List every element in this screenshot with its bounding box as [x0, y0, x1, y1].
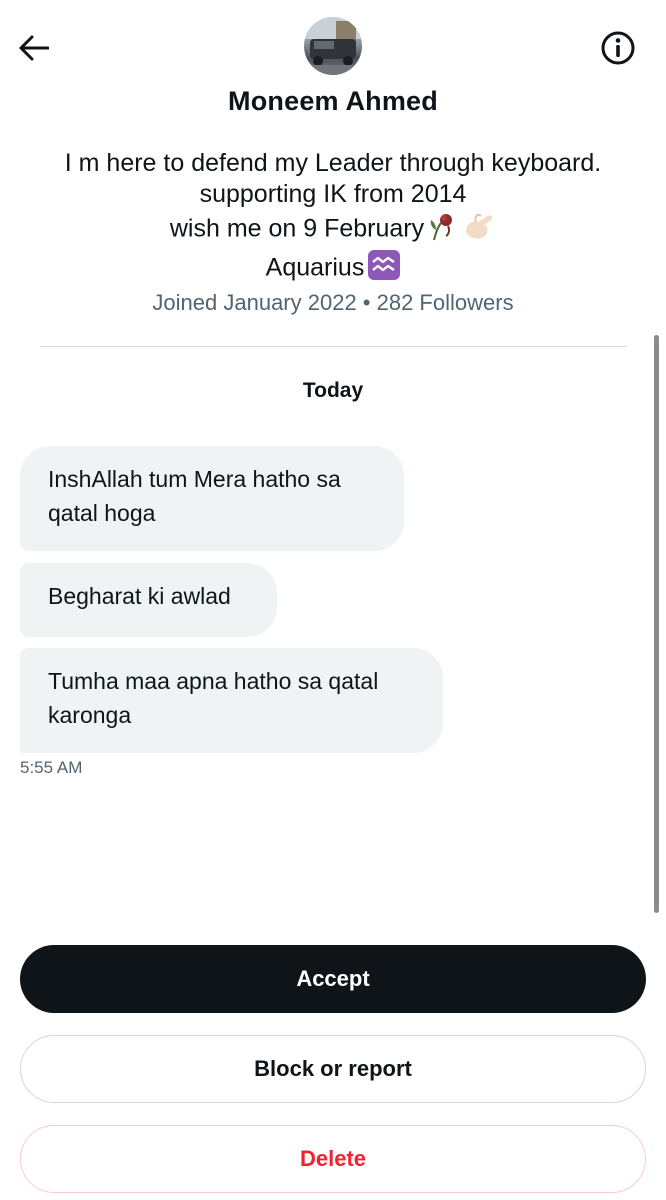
- pinching-hand-emoji: [462, 210, 496, 250]
- message-bubble[interactable]: InshAllah tum Mera hatho sa qatal hoga: [20, 446, 404, 551]
- message-request-screen: Moneem Ahmed I m here to defend my Leade…: [0, 0, 666, 1200]
- avatar[interactable]: [304, 17, 362, 75]
- block-or-report-button[interactable]: Block or report: [20, 1035, 646, 1103]
- scrollbar[interactable]: [654, 335, 659, 913]
- avatar-photo: [304, 17, 362, 75]
- delete-button[interactable]: Delete: [20, 1125, 646, 1193]
- message-bubble[interactable]: Begharat ki awlad: [20, 563, 277, 637]
- profile-bio: I m here to defend my Leader through key…: [0, 148, 666, 288]
- bio-line-text: wish me on 9 February: [169, 214, 425, 243]
- profile-name[interactable]: Moneem Ahmed: [0, 86, 666, 117]
- date-separator: Today: [302, 379, 364, 402]
- message-bubble[interactable]: Tumha maa apna hatho sa qatal karonga: [20, 648, 443, 753]
- profile-meta: Joined January 2022 • 282 Followers: [152, 290, 514, 315]
- back-button[interactable]: [14, 28, 54, 68]
- message-timestamp: 5:55 AM: [20, 758, 83, 777]
- bio-line: Aquarius: [0, 250, 666, 288]
- aquarius-emoji: [368, 250, 401, 288]
- arrow-left-icon: [19, 35, 49, 61]
- divider: [40, 346, 626, 347]
- wilted-flower-emoji: [428, 210, 458, 250]
- info-icon: [601, 31, 635, 65]
- accept-button[interactable]: Accept: [20, 945, 646, 1013]
- bio-line: wish me on 9 February: [0, 210, 666, 250]
- bio-line-text: Aquarius: [265, 253, 365, 282]
- info-button[interactable]: [598, 28, 638, 68]
- bio-line: I m here to defend my Leader through key…: [64, 149, 602, 177]
- bio-line: supporting IK from 2014: [199, 180, 467, 208]
